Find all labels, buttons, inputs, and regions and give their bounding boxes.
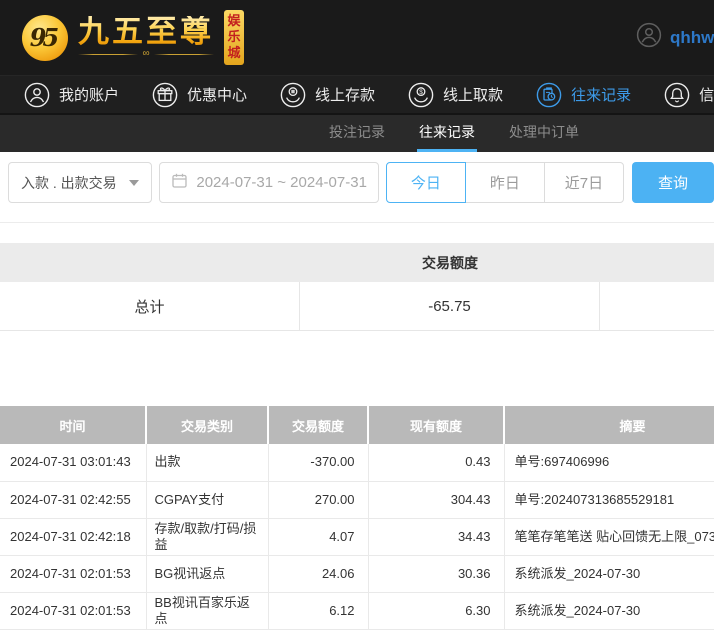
cell-amount: 270.00	[268, 481, 368, 518]
cell-type: 存款/取款/打码/损益	[146, 518, 268, 555]
summary-total-row: 总计 -65.75	[0, 282, 714, 331]
tab-transaction-records[interactable]: 往来记录	[417, 115, 477, 152]
cell-summary: 系统派发_2024-07-30	[504, 555, 714, 592]
select-value: 入款 . 出款交易	[21, 173, 117, 193]
filter-row: 入款 . 出款交易 2024-07-31 ~ 2024-07-31 今日 昨日 …	[8, 162, 714, 203]
nav-item-transaction-records[interactable]: 往来记录	[536, 82, 631, 108]
top-header: 95 九五至尊 ∞ 娱乐城 qhhw2	[0, 0, 714, 75]
content-area: 入款 . 出款交易 2024-07-31 ~ 2024-07-31 今日 昨日 …	[0, 162, 714, 630]
deposit-coin-icon	[280, 82, 306, 108]
column-header-amount: 交易额度	[268, 406, 368, 444]
table-row: 2024-07-31 02:01:53 BG视讯返点 24.06 30.36 系…	[0, 555, 714, 592]
table-row: 2024-07-31 03:01:43 出款 -370.00 0.43 单号:6…	[0, 444, 714, 481]
gift-icon	[152, 82, 178, 108]
logo-emblem-icon: 95	[22, 15, 68, 61]
divider	[0, 222, 714, 223]
flourish-line	[154, 54, 214, 55]
cell-summary: 单号:697406996	[504, 444, 714, 481]
cell-balance: 304.43	[368, 481, 504, 518]
cell-summary: 笔笔存笔笔送 贴心回馈无上限_0730	[504, 518, 714, 555]
cell-time: 2024-07-31 02:01:53	[0, 592, 146, 629]
flourish-line	[78, 54, 138, 55]
cell-type: BB视讯百家乐返点	[146, 592, 268, 629]
cell-summary: 系统派发_2024-07-30	[504, 592, 714, 629]
cell-balance: 0.43	[368, 444, 504, 481]
summary-total-label: 总计	[0, 282, 300, 330]
logo-text-block: 九五至尊 ∞	[78, 16, 214, 60]
summary-header-row: 交易额度	[0, 243, 714, 282]
bell-icon	[664, 82, 690, 108]
nav-label: 线上存款	[315, 84, 375, 105]
user-account[interactable]: qhhw2	[636, 0, 714, 75]
transactions-table: 时间 交易类别 交易额度 现有额度 摘要 2024-07-31 03:01:43…	[0, 406, 714, 630]
table-row: 2024-07-31 02:42:18 存款/取款/打码/损益 4.07 34.…	[0, 518, 714, 555]
nav-label: 优惠中心	[187, 84, 247, 105]
entertainment-city-badge: 娱乐城	[224, 10, 244, 65]
logo-emblem-text: 95	[30, 23, 55, 52]
table-row: 2024-07-31 02:01:53 BB视讯百家乐返点 6.12 6.30 …	[0, 592, 714, 629]
nav-label: 我的账户	[59, 84, 119, 105]
transaction-type-select[interactable]: 入款 . 出款交易	[8, 162, 152, 203]
chevron-down-icon	[129, 180, 139, 186]
cell-amount: 24.06	[268, 555, 368, 592]
nav-label: 往来记录	[571, 84, 631, 105]
nav-label: 线上取款	[443, 84, 503, 105]
today-button[interactable]: 今日	[386, 162, 466, 203]
cell-balance: 30.36	[368, 555, 504, 592]
main-nav: 我的账户 优惠中心 线上存款	[0, 75, 714, 113]
logo-flourish: ∞	[78, 49, 214, 59]
site-title: 九五至尊	[78, 16, 214, 49]
user-icon	[24, 82, 50, 108]
cell-type: 出款	[146, 444, 268, 481]
column-header-balance: 现有额度	[368, 406, 504, 444]
site-logo[interactable]: 95 九五至尊 ∞ 娱乐城	[0, 10, 244, 65]
record-tabs: 投注记录 往来记录 处理中订单	[0, 113, 714, 152]
summary-header-label: 交易额度	[300, 253, 600, 273]
calendar-icon	[171, 172, 188, 193]
cell-balance: 6.30	[368, 592, 504, 629]
cell-amount: 6.12	[268, 592, 368, 629]
quick-date-button-group: 今日 昨日 近7日	[386, 162, 624, 203]
tab-processing-orders[interactable]: 处理中订单	[507, 115, 581, 152]
table-row: 2024-07-31 02:42:55 CGPAY支付 270.00 304.4…	[0, 481, 714, 518]
cell-amount: 4.07	[268, 518, 368, 555]
user-avatar-icon	[636, 22, 662, 53]
column-header-summary: 摘要	[504, 406, 714, 444]
last-7-days-button[interactable]: 近7日	[544, 162, 624, 203]
tab-betting-records[interactable]: 投注记录	[327, 115, 387, 152]
nav-item-messages[interactable]: 信息	[664, 82, 714, 108]
cell-time: 2024-07-31 02:42:18	[0, 518, 146, 555]
cell-summary: 单号:202407313685529181	[504, 481, 714, 518]
cell-time: 2024-07-31 02:01:53	[0, 555, 146, 592]
cell-balance: 34.43	[368, 518, 504, 555]
query-button[interactable]: 查询	[632, 162, 714, 203]
nav-item-promotions[interactable]: 优惠中心	[152, 82, 247, 108]
cell-time: 2024-07-31 02:42:55	[0, 481, 146, 518]
nav-label: 信息	[699, 84, 714, 105]
cell-type: BG视讯返点	[146, 555, 268, 592]
svg-text:$: $	[419, 88, 423, 95]
cell-amount: -370.00	[268, 444, 368, 481]
table-header-row: 时间 交易类别 交易额度 现有额度 摘要	[0, 406, 714, 444]
records-clipboard-icon	[536, 82, 562, 108]
nav-item-my-account[interactable]: 我的账户	[24, 82, 119, 108]
nav-item-online-deposit[interactable]: 线上存款	[280, 82, 375, 108]
username: qhhw2	[670, 28, 714, 48]
date-range-value: 2024-07-31 ~ 2024-07-31	[196, 174, 367, 191]
withdraw-coin-icon: $	[408, 82, 434, 108]
cell-type: CGPAY支付	[146, 481, 268, 518]
summary-total-value: -65.75	[300, 282, 600, 330]
summary-table: 交易额度 总计 -65.75	[0, 243, 714, 331]
cell-time: 2024-07-31 03:01:43	[0, 444, 146, 481]
column-header-time: 时间	[0, 406, 146, 444]
yesterday-button[interactable]: 昨日	[465, 162, 545, 203]
nav-item-online-withdrawal[interactable]: $ 线上取款	[408, 82, 503, 108]
flourish-ornament: ∞	[142, 49, 149, 59]
column-header-type: 交易类别	[146, 406, 268, 444]
date-range-picker[interactable]: 2024-07-31 ~ 2024-07-31	[159, 162, 379, 203]
